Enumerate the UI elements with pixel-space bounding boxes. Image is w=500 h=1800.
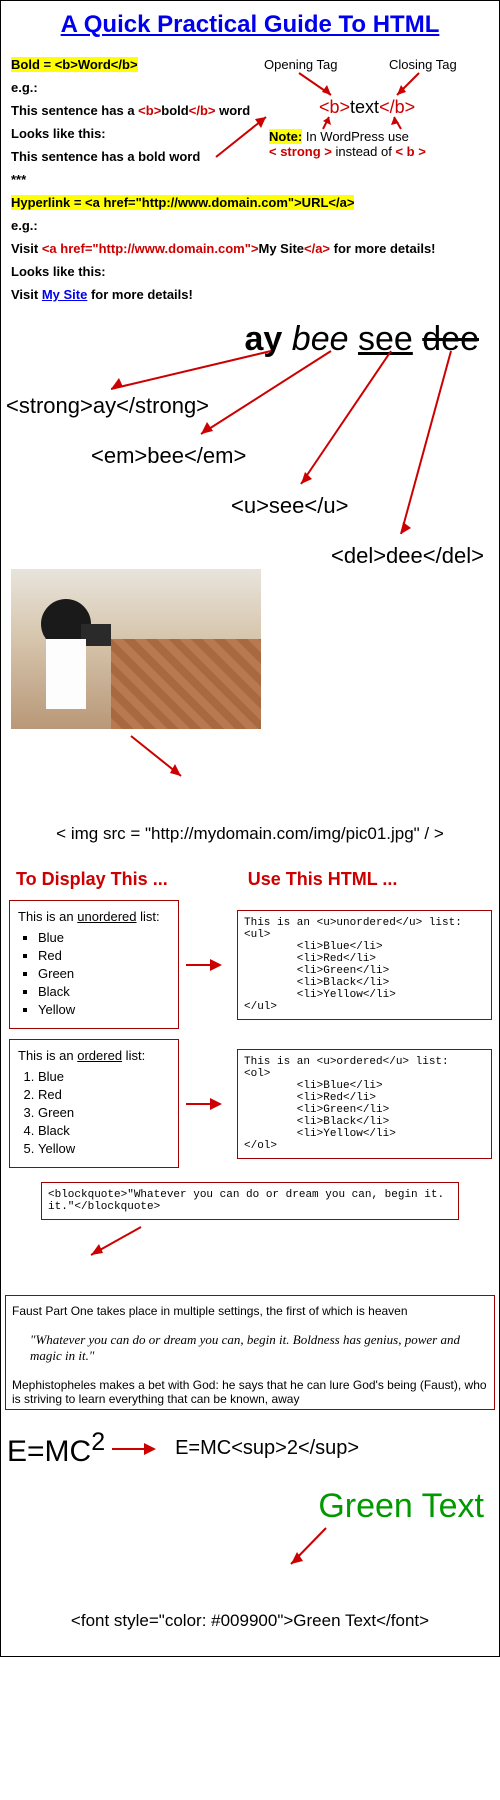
link-rend-pre: Visit	[11, 287, 42, 302]
page-title: A Quick Practical Guide To HTML	[1, 1, 499, 49]
arrow-blockquote	[81, 1225, 161, 1260]
arrow-img	[121, 734, 201, 784]
emc-code: E=MC<sup>2</sup>	[175, 1437, 359, 1460]
list-item: Green	[38, 966, 170, 981]
emc-sup: 2	[91, 1428, 105, 1456]
faust-quote: "Whatever you can do or dream you can, b…	[30, 1332, 470, 1364]
looks-like-2: Looks like this:	[11, 264, 489, 279]
ol-intro-word: ordered	[77, 1048, 122, 1063]
blockquote-code-box: <blockquote>"Whatever you can do or drea…	[41, 1182, 459, 1220]
arrow-dee	[391, 349, 471, 544]
bold-ex-open: <b>	[138, 103, 161, 118]
faust-outro: Mephistopheles makes a bet with God: he …	[12, 1378, 488, 1406]
bold-rend-word: bold	[138, 149, 165, 164]
green-text-display: Green Text	[1, 1487, 499, 1526]
arrow-opening	[289, 71, 349, 101]
list-item: Yellow	[38, 1141, 170, 1156]
ol-intro-pre: This is an	[18, 1048, 77, 1063]
arrow-closing	[389, 71, 449, 101]
ul-intro-post: list:	[137, 909, 160, 924]
ul-code-box: This is an <u>unordered</u> list: <ul> <…	[237, 910, 492, 1020]
list-item: Black	[38, 1123, 170, 1138]
arrow-green	[281, 1526, 341, 1571]
faust-box: Faust Part One takes place in multiple s…	[5, 1295, 495, 1410]
list-item: Yellow	[38, 1002, 170, 1017]
font-tag-code: <font style="color: #009900">Green Text<…	[1, 1611, 499, 1631]
bold-rule: Bold = <b>Word</b>	[11, 57, 138, 72]
col-display: To Display This ...	[16, 869, 168, 890]
note-b: < b >	[395, 144, 425, 159]
arrow-right-icon	[184, 955, 224, 975]
stars: ***	[11, 172, 251, 187]
tag-em: <em>bee</em>	[91, 443, 246, 469]
ul-intro-word: unordered	[77, 909, 136, 924]
sample-image	[11, 569, 261, 729]
ol-code-box: This is an <u>ordered</u> list: <ol> <li…	[237, 1049, 492, 1159]
note-instead: instead of	[332, 144, 396, 159]
link-rend-text[interactable]: My Site	[42, 287, 88, 302]
ul-display-box: This is an unordered list: Blue Red Gree…	[9, 900, 179, 1029]
list-item: Green	[38, 1105, 170, 1120]
ol-display-box: This is an ordered list: Blue Red Green …	[9, 1039, 179, 1168]
ul-intro-pre: This is an	[18, 909, 77, 924]
opening-tag-label: Opening Tag	[264, 57, 338, 72]
arrow-right-icon	[110, 1439, 160, 1459]
tag-text: text	[350, 97, 379, 117]
list-item: Black	[38, 984, 170, 999]
list-item: Blue	[38, 1069, 170, 1084]
arrow-right-icon	[184, 1094, 224, 1114]
closing-tag-label: Closing Tag	[389, 57, 457, 72]
bold-ex-pre: This sentence has a	[11, 103, 138, 118]
ol-intro-post: list:	[122, 1048, 145, 1063]
list-item: Red	[38, 948, 170, 963]
col-html: Use This HTML ...	[248, 869, 398, 890]
hyperlink-rule: Hyperlink = <a href="http://www.domain.c…	[11, 195, 354, 210]
faust-intro: Faust Part One takes place in multiple s…	[12, 1304, 488, 1318]
bold-ex-word: bold	[161, 103, 188, 118]
list-item: Blue	[38, 930, 170, 945]
eg-label-2: e.g.:	[11, 218, 489, 233]
list-item: Red	[38, 1087, 170, 1102]
eg-label: e.g.:	[11, 80, 251, 95]
arrow-to-tag-demo	[211, 112, 281, 162]
link-rend-post: for more details!	[87, 287, 192, 302]
tag-del: <del>dee</del>	[331, 543, 484, 569]
bold-rend-post: word	[166, 149, 201, 164]
link-ex-pre: Visit	[11, 241, 42, 256]
img-tag-code: < img src = "http://mydomain.com/img/pic…	[1, 824, 499, 844]
link-ex-text: My Site	[258, 241, 304, 256]
emc-display: E=MC2	[7, 1428, 105, 1469]
note-text: In WordPress use	[302, 129, 409, 144]
link-ex-close: </a>	[304, 241, 330, 256]
bold-rend-pre: This sentence has a	[11, 149, 138, 164]
link-ex-post: for more details!	[330, 241, 435, 256]
tag-u: <u>see</u>	[231, 493, 348, 519]
link-ex-open: <a href="http://www.domain.com">	[42, 241, 259, 256]
